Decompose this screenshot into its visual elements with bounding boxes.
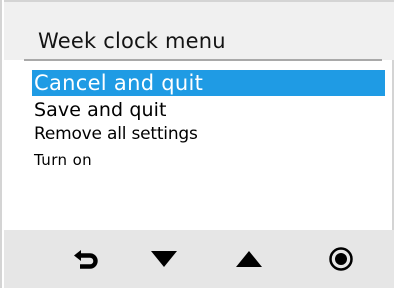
- up-button[interactable]: [219, 230, 279, 288]
- menu-item-save-and-quit[interactable]: Save and quit: [34, 98, 167, 122]
- back-arrow-icon: [74, 250, 98, 269]
- menu-item-turn-on[interactable]: Turn on: [34, 150, 92, 170]
- menu-item-remove-all-settings[interactable]: Remove all settings: [34, 123, 198, 146]
- back-button[interactable]: [56, 230, 116, 288]
- device-screen: Week clock menu Cancel and quit Save and…: [0, 0, 394, 288]
- select-button[interactable]: [311, 230, 371, 288]
- page-title: Week clock menu: [38, 29, 226, 53]
- menu-item-cancel-and-quit[interactable]: Cancel and quit: [32, 70, 385, 96]
- triangle-down-icon: [151, 251, 177, 267]
- down-button[interactable]: [134, 230, 194, 288]
- triangle-up-icon: [236, 251, 262, 267]
- softkey-bar: [4, 230, 394, 288]
- radio-dot-icon: [329, 247, 353, 271]
- header: Week clock menu: [4, 0, 394, 60]
- header-divider: [24, 59, 382, 61]
